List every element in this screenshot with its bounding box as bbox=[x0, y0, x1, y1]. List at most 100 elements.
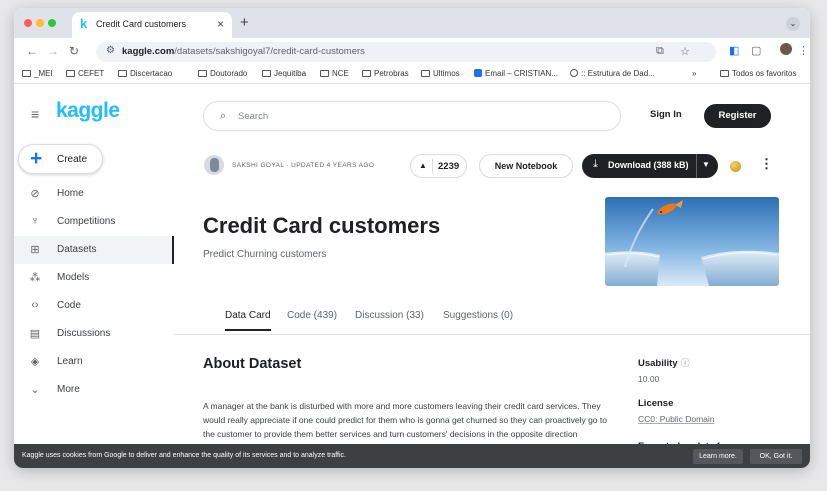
download-icon: ⤓ bbox=[593, 158, 598, 170]
download-options-chevron-icon[interactable]: ▼ bbox=[702, 160, 710, 169]
extensions-puzzle-icon[interactable]: ▢ bbox=[751, 44, 761, 57]
tabs-divider bbox=[174, 334, 810, 335]
chevron-down-icon: ⌄ bbox=[30, 384, 40, 396]
address-bar[interactable]: ⚙ kaggle.com/datasets/sakshigoyal7/credi… bbox=[96, 42, 716, 62]
sidebar-item-label: Datasets bbox=[57, 244, 97, 255]
tab-data-card[interactable]: Data Card bbox=[225, 310, 271, 331]
kaggle-favicon-icon: k bbox=[80, 16, 88, 31]
bookmark-folder[interactable]: _MEI bbox=[22, 69, 53, 78]
upvote-count: 2239 bbox=[438, 161, 460, 172]
tab-title: Credit Card customers bbox=[96, 19, 187, 29]
kaggle-logo[interactable]: kaggle bbox=[56, 99, 120, 123]
search-input[interactable]: ⌕ Search bbox=[203, 101, 621, 131]
info-icon[interactable]: ⓘ bbox=[681, 358, 690, 368]
bookmark-folder[interactable]: Petrobras bbox=[362, 69, 409, 78]
register-button[interactable]: Register bbox=[704, 104, 771, 128]
dataset-cover-image bbox=[605, 197, 779, 286]
folder-icon bbox=[362, 70, 371, 77]
bookmarks-bar: _MEI CEFET Discertacao Doutorado Jequiti… bbox=[14, 66, 810, 84]
license-label: License bbox=[638, 398, 674, 409]
reload-icon[interactable]: ↻ bbox=[69, 44, 79, 58]
sidebar-item-home[interactable]: ⊘ Home bbox=[14, 180, 174, 208]
new-tab-button[interactable]: + bbox=[240, 14, 249, 31]
search-icon: ⌕ bbox=[220, 110, 227, 122]
folder-icon bbox=[262, 70, 271, 77]
sidebar-item-code[interactable]: ‹› Code bbox=[14, 292, 174, 320]
bookmark-link[interactable]: :: Estrutura de Dad... bbox=[570, 69, 655, 78]
upvote-button[interactable]: ▲ 2239 bbox=[410, 154, 467, 178]
browser-toolbar: ← → ↻ ⚙ kaggle.com/datasets/sakshigoyal7… bbox=[14, 38, 810, 66]
tab-search-button[interactable]: ⌄ bbox=[786, 17, 800, 31]
forward-arrow-icon[interactable]: → bbox=[47, 44, 59, 58]
sidebar-item-label: Learn bbox=[57, 356, 83, 367]
tab-close-icon[interactable]: × bbox=[217, 17, 224, 31]
folder-icon bbox=[198, 70, 207, 77]
sidebar-item-label: Code bbox=[57, 300, 81, 311]
about-dataset-heading: About Dataset bbox=[203, 356, 302, 372]
browser-menu-icon[interactable]: ⋮ bbox=[798, 44, 809, 57]
search-placeholder: Search bbox=[238, 111, 269, 122]
tab-suggestions[interactable]: Suggestions (0) bbox=[443, 310, 513, 321]
discussions-icon: ▤ bbox=[29, 328, 41, 340]
sidebar-item-label: Discussions bbox=[57, 328, 111, 339]
minimize-window-button[interactable] bbox=[36, 19, 44, 27]
sidebar-item-learn[interactable]: ◈ Learn bbox=[14, 348, 174, 376]
bookmark-folder[interactable]: Doutorado bbox=[198, 69, 247, 78]
new-notebook-button[interactable]: New Notebook bbox=[479, 154, 573, 178]
folder-icon bbox=[22, 70, 31, 77]
sidebar-item-label: More bbox=[57, 384, 80, 395]
back-arrow-icon[interactable]: ← bbox=[26, 44, 38, 58]
site-settings-icon[interactable]: ⚙ bbox=[106, 45, 115, 56]
sidebar-item-competitions[interactable]: ♆ Competitions bbox=[14, 208, 174, 236]
plus-icon: + bbox=[30, 147, 43, 170]
sidebar-item-label: Home bbox=[57, 188, 84, 199]
bookmark-star-icon[interactable]: ☆ bbox=[680, 45, 690, 58]
dataset-subtitle: Predict Churning customers bbox=[203, 249, 327, 260]
maximize-window-button[interactable] bbox=[48, 19, 56, 27]
models-icon: ⁂ bbox=[29, 272, 41, 284]
trophy-icon: ♆ bbox=[30, 215, 40, 227]
table-icon: ⊞ bbox=[30, 244, 40, 256]
install-app-icon[interactable]: ⧉ bbox=[656, 45, 664, 58]
sidebar-item-datasets[interactable]: ⊞ Datasets bbox=[14, 236, 174, 264]
cookie-banner: Kaggle uses cookies from Google to deliv… bbox=[14, 444, 810, 468]
profile-avatar[interactable] bbox=[780, 43, 792, 55]
ok-got-it-button[interactable]: OK, Got it. bbox=[750, 449, 802, 464]
create-label: Create bbox=[57, 154, 88, 165]
hamburger-menu-icon[interactable]: ≡ bbox=[31, 106, 39, 122]
download-button[interactable]: ⤓ Download (388 kB) ▼ bbox=[582, 154, 718, 178]
create-button[interactable]: + Create bbox=[18, 144, 103, 174]
sidebar-item-models[interactable]: ⁂ Models bbox=[14, 264, 174, 292]
main-content: ⌕ Search Sign In Register SAKSHI GOYAL ·… bbox=[174, 85, 810, 468]
usability-block: Usability ⓘ 10.00 bbox=[638, 356, 690, 384]
sidebar-item-label: Models bbox=[57, 272, 90, 283]
tab-discussion[interactable]: Discussion (33) bbox=[355, 310, 424, 321]
usability-value: 10.00 bbox=[638, 374, 660, 384]
all-bookmarks-folder[interactable]: Todos os favoritos bbox=[720, 69, 796, 78]
bookmark-folder[interactable]: Jequitiba bbox=[262, 69, 306, 78]
sidebar-item-discussions[interactable]: ▤ Discussions bbox=[14, 320, 174, 348]
extension-icon[interactable]: ◧ bbox=[729, 44, 739, 57]
bookmark-folder[interactable]: NCE bbox=[320, 69, 349, 78]
bookmarks-overflow-button[interactable]: » bbox=[692, 69, 696, 78]
gold-medal-icon bbox=[730, 161, 741, 172]
browser-window: k Credit Card customers × + ⌄ ← → ↻ ⚙ ka… bbox=[14, 8, 810, 468]
bookmark-folder[interactable]: Ultimos bbox=[421, 69, 460, 78]
tab-code[interactable]: Code (439) bbox=[287, 310, 337, 321]
bookmark-folder[interactable]: CEFET bbox=[66, 69, 104, 78]
learn-more-button[interactable]: Learn more. bbox=[693, 449, 743, 464]
license-block: License CC0: Public Domain bbox=[638, 398, 715, 424]
usability-label: Usability bbox=[638, 358, 678, 369]
browser-tab-active[interactable]: k Credit Card customers × bbox=[72, 12, 232, 38]
more-options-icon[interactable]: ⋮ bbox=[760, 156, 773, 172]
bookmark-email[interactable]: Email – CRISTIAN... bbox=[474, 69, 558, 78]
sign-in-link[interactable]: Sign In bbox=[650, 109, 682, 120]
sidebar-item-more[interactable]: ⌄ More bbox=[14, 376, 174, 404]
author-avatar[interactable] bbox=[204, 155, 224, 175]
email-app-icon bbox=[474, 69, 482, 77]
kaggle-page: ≡ kaggle + Create ⊘ Home ♆ Competitions … bbox=[14, 85, 810, 468]
address-url: kaggle.com/datasets/sakshigoyal7/credit-… bbox=[122, 46, 365, 57]
close-window-button[interactable] bbox=[24, 19, 32, 27]
license-link[interactable]: CC0: Public Domain bbox=[638, 414, 715, 424]
bookmark-folder[interactable]: Discertacao bbox=[118, 69, 172, 78]
